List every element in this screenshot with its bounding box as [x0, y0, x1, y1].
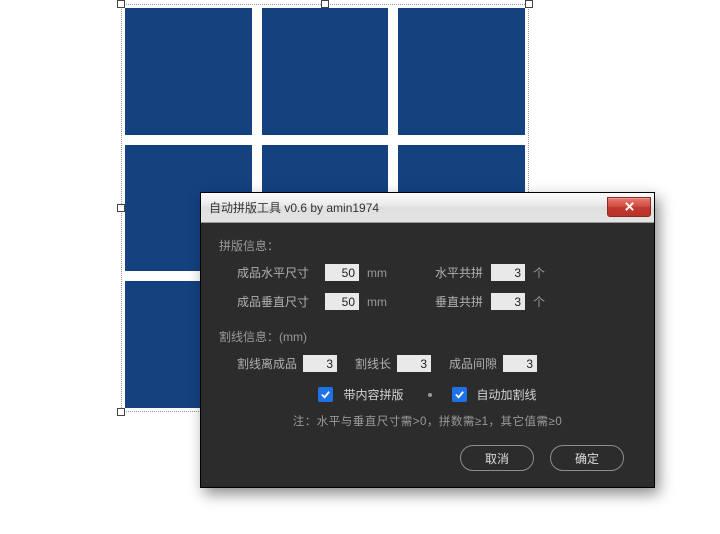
checkbox-with-content[interactable] [318, 387, 333, 402]
options-row: 带内容拼版 自动加割线 [219, 386, 636, 403]
row-cutline: 割线离成品 割线长 成品间隙 [219, 355, 636, 372]
label-cut-length: 割线长 [355, 355, 391, 372]
checkmark-icon [454, 389, 465, 400]
unit-size-h: mm [367, 266, 385, 280]
row-horizontal-size: 成品水平尺寸 mm 水平共拼 个 [219, 264, 636, 281]
label-auto-cutline: 自动加割线 [477, 386, 537, 403]
grid-cell [125, 8, 252, 135]
imposition-dialog: 自动拼版工具 v0.6 by amin1974 拼版信息： 成品水平尺寸 mm … [200, 192, 655, 488]
checkmark-icon [320, 389, 331, 400]
label-size-v: 成品垂直尺寸 [237, 293, 317, 310]
ok-button[interactable]: 确定 [550, 445, 624, 471]
close-icon [624, 201, 635, 212]
label-cut-offset: 割线离成品 [237, 355, 297, 372]
dialog-titlebar[interactable]: 自动拼版工具 v0.6 by amin1974 [201, 193, 654, 223]
note-text: 注：水平与垂直尺寸需>0，拼数需≥1，其它值需≥0 [219, 413, 636, 429]
input-count-h[interactable] [491, 264, 525, 281]
resize-handle-top-middle[interactable] [321, 0, 329, 8]
separator-dot [428, 393, 432, 397]
section-layout-heading: 拼版信息： [219, 237, 636, 254]
input-cut-offset[interactable] [303, 355, 337, 372]
dialog-title: 自动拼版工具 v0.6 by amin1974 [209, 199, 607, 216]
label-gap: 成品间隙 [449, 355, 497, 372]
input-size-h[interactable] [325, 264, 359, 281]
button-row: 取消 确定 [219, 445, 636, 471]
label-size-h: 成品水平尺寸 [237, 264, 317, 281]
label-with-content: 带内容拼版 [343, 386, 403, 403]
checkbox-auto-cutline[interactable] [452, 387, 467, 402]
dialog-body: 拼版信息： 成品水平尺寸 mm 水平共拼 个 成品垂直尺寸 mm 垂直共拼 个 … [201, 223, 654, 487]
unit-size-v: mm [367, 295, 385, 309]
resize-handle-top-left[interactable] [117, 0, 125, 8]
row-vertical-size: 成品垂直尺寸 mm 垂直共拼 个 [219, 293, 636, 310]
resize-handle-middle-left[interactable] [117, 204, 125, 212]
unit-count-h: 个 [533, 264, 551, 281]
input-size-v[interactable] [325, 293, 359, 310]
resize-handle-bottom-left[interactable] [117, 408, 125, 416]
input-gap[interactable] [503, 355, 537, 372]
close-button[interactable] [607, 197, 651, 217]
resize-handle-top-right[interactable] [525, 0, 533, 8]
grid-cell [262, 8, 389, 135]
grid-cell [398, 8, 525, 135]
unit-count-v: 个 [533, 293, 551, 310]
input-count-v[interactable] [491, 293, 525, 310]
input-cut-length[interactable] [397, 355, 431, 372]
cancel-button[interactable]: 取消 [460, 445, 534, 471]
section-cut-heading: 割线信息：(mm) [219, 328, 636, 345]
label-count-h: 水平共拼 [435, 264, 483, 281]
label-count-v: 垂直共拼 [435, 293, 483, 310]
